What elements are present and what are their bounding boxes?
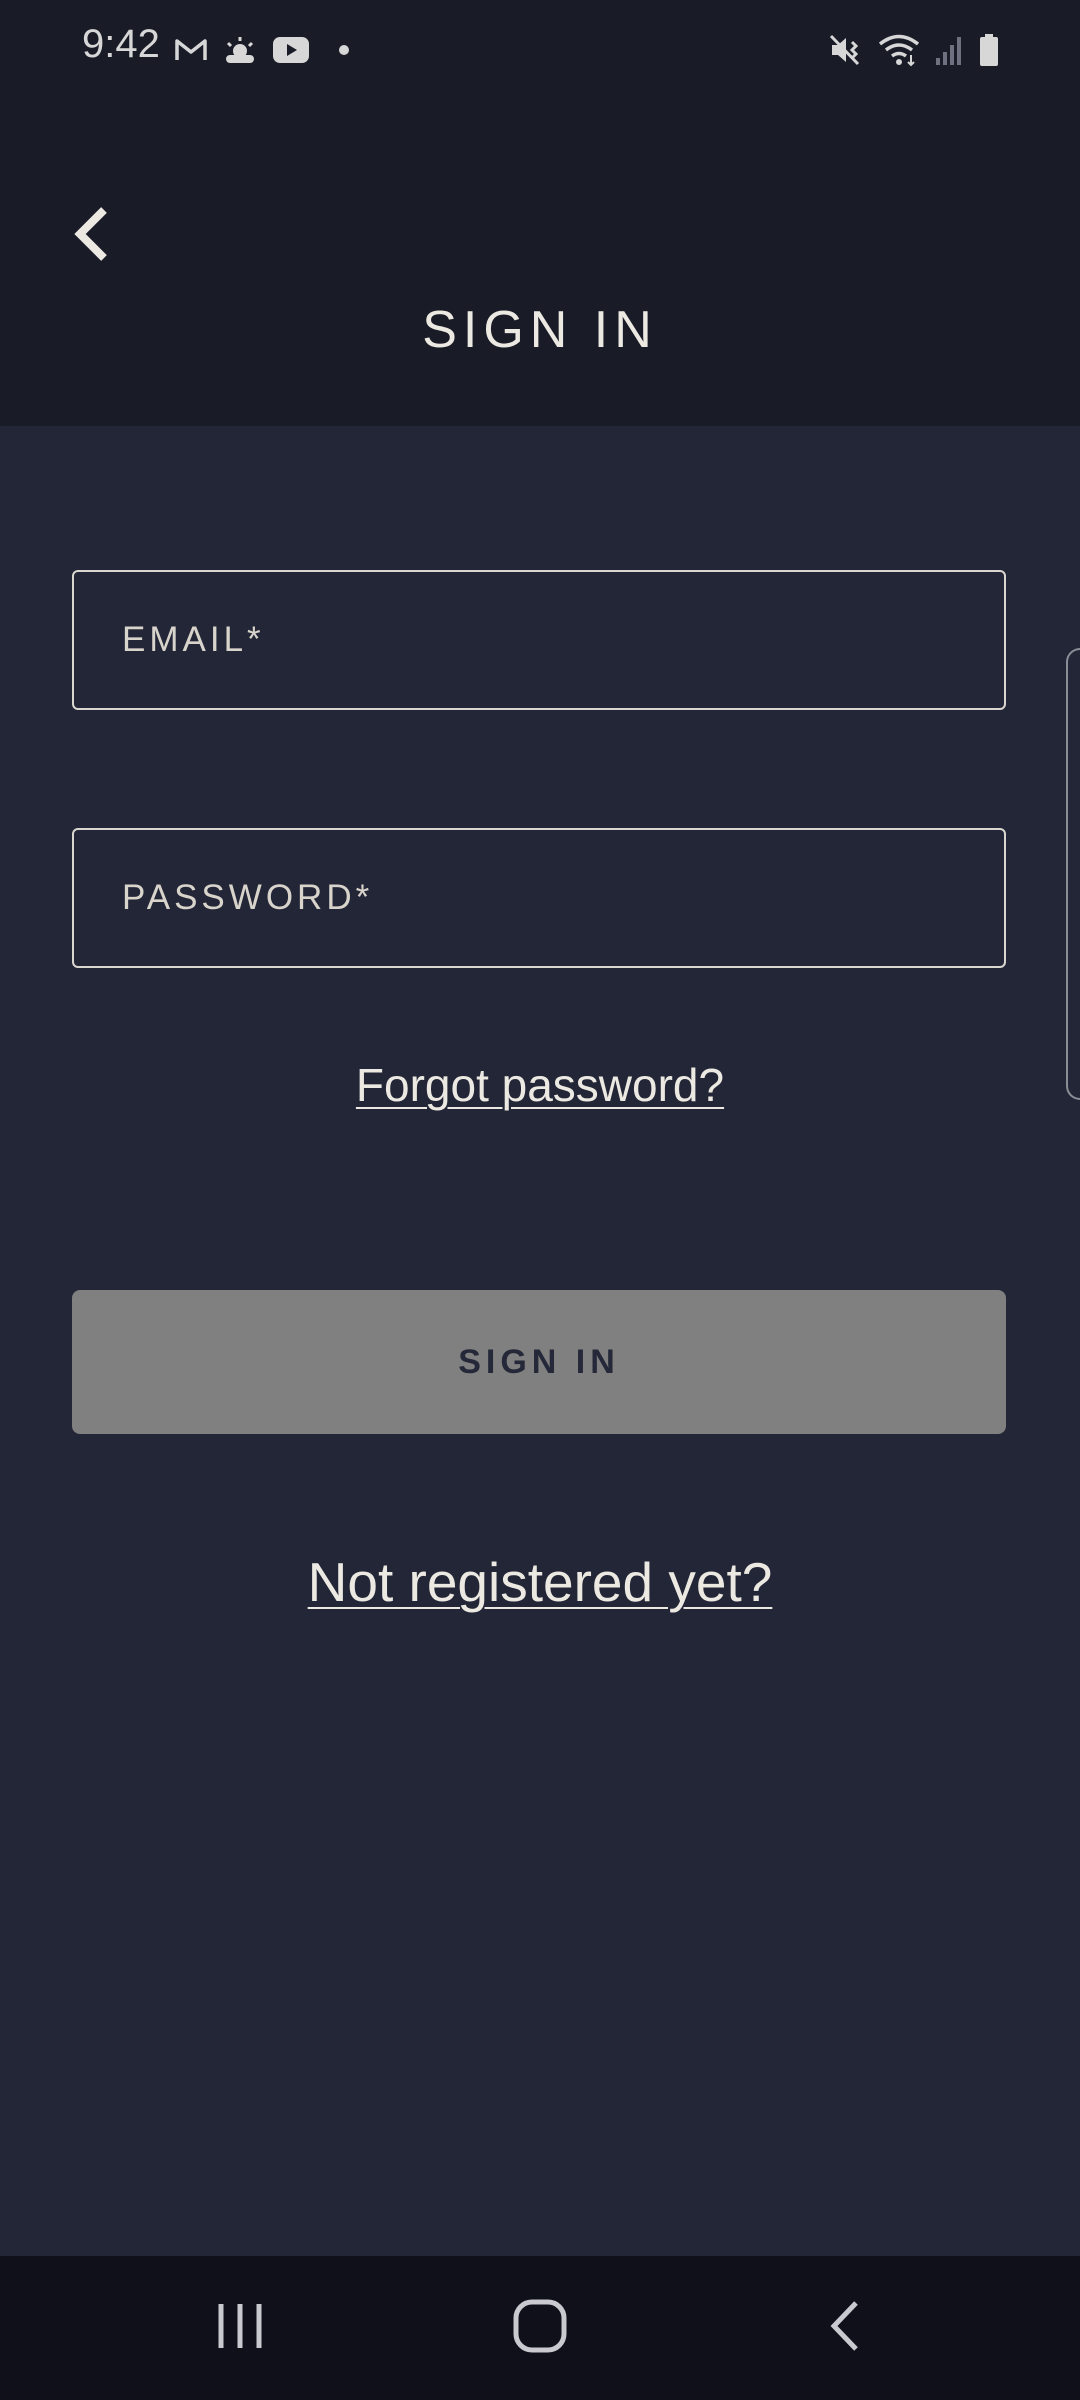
register-row: Not registered yet? [0,1550,1080,1614]
back-button[interactable] [62,200,122,272]
system-back-button[interactable] [764,2256,924,2400]
gmail-icon [174,37,208,63]
recents-icon [215,2300,265,2357]
system-nav-bar [0,2256,1080,2400]
status-icons-left [174,30,350,70]
chevron-left-icon [72,206,112,267]
battery-icon [978,33,1000,67]
not-registered-link[interactable]: Not registered yet? [308,1551,773,1613]
password-field[interactable]: PASSWORD* [72,828,1006,968]
home-icon [512,2298,568,2359]
mute-vibrate-icon [828,33,864,67]
recents-button[interactable] [160,2256,320,2400]
home-button[interactable] [460,2256,620,2400]
edge-panel-handle[interactable] [1066,648,1080,1100]
password-placeholder: PASSWORD* [122,878,374,917]
header [0,96,1080,426]
sign-in-button-label: SIGN IN [458,1342,620,1381]
back-icon [826,2299,862,2358]
status-time: 9:42 [82,22,160,66]
sign-in-button[interactable]: SIGN IN [72,1290,1006,1434]
forgot-password-link[interactable]: Forgot password? [356,1059,724,1111]
forgot-password-row: Forgot password? [0,1058,1080,1112]
email-placeholder: EMAIL* [122,620,265,659]
status-icons-right [828,28,1000,72]
weather-sunrise-icon [222,35,258,65]
signal-icon [934,34,964,66]
status-bar: 9:42 [0,0,1080,96]
wifi-icon [878,33,920,67]
page-title: SIGN IN [422,301,658,359]
sign-in-screen: 9:42 SIGN IN EMAIL* PASSWORD* Forgot pas… [0,0,1080,2400]
email-field[interactable]: EMAIL* [72,570,1006,710]
notification-dot-icon [338,44,350,56]
youtube-icon [272,36,310,64]
